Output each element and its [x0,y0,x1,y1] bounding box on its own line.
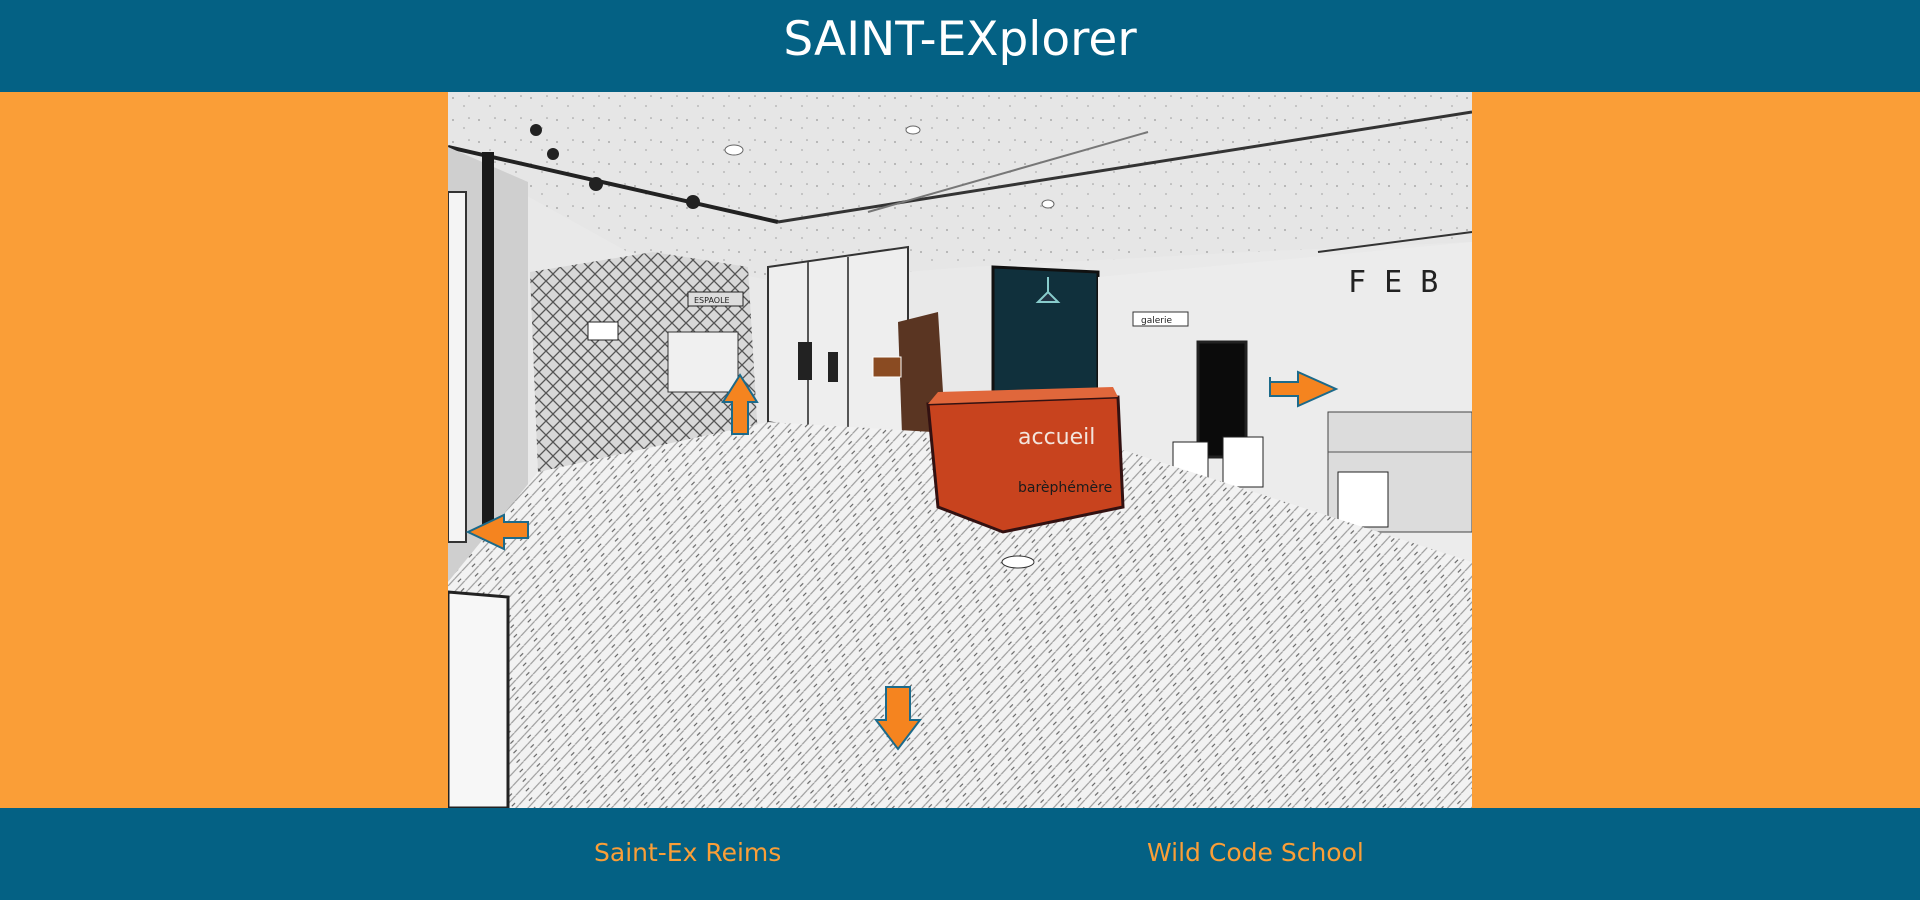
panorama-scene: ESPAOLE galerie F E B accueil barèphémèr… [448,92,1472,808]
wild-code-school-link[interactable]: Wild Code School [1147,838,1364,867]
saint-ex-reims-link[interactable]: Saint-Ex Reims [594,838,781,867]
app-header: SAINT-EXplorer [0,0,1920,92]
wall-sign: F E B [1348,265,1438,300]
desk-label: accueil [1018,425,1095,450]
panorama-viewer[interactable]: ESPAOLE galerie F E B accueil barèphémèr… [448,92,1472,808]
svg-text:ESPAOLE: ESPAOLE [694,296,730,305]
app-title: SAINT-EXplorer [783,11,1137,67]
svg-text:galerie: galerie [1141,316,1172,326]
desk-sublabel: barèphémère [1018,480,1112,496]
app-footer: Saint-Ex Reims Wild Code School [0,808,1920,900]
